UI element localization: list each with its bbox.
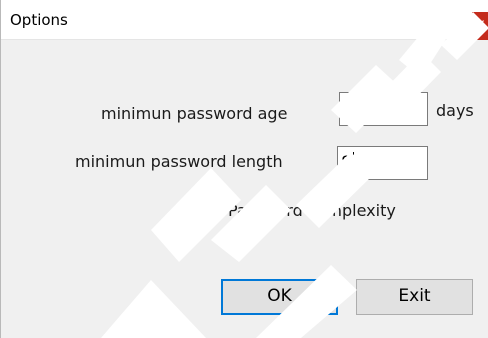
ok-button[interactable]: OK bbox=[221, 279, 338, 315]
ok-button-label: OK bbox=[267, 286, 292, 306]
min-age-unit: days bbox=[436, 101, 474, 120]
text-caret bbox=[352, 152, 354, 172]
password-complexity-label: Password complexity bbox=[228, 201, 396, 220]
min-age-label: minimun password age bbox=[101, 104, 288, 123]
close-button[interactable]: x bbox=[472, 12, 488, 40]
min-length-value: 8 bbox=[341, 153, 352, 173]
exit-button[interactable]: Exit bbox=[356, 279, 473, 315]
close-icon: x bbox=[477, 17, 485, 32]
min-age-input[interactable]: 30 bbox=[339, 92, 428, 126]
exit-button-label: Exit bbox=[398, 286, 431, 306]
min-age-value: 30 bbox=[343, 98, 365, 118]
password-complexity-checkbox[interactable] bbox=[197, 204, 213, 220]
title-bar: Options x bbox=[1, 0, 488, 40]
options-dialog: Options x minimun password age 30 days m… bbox=[0, 0, 488, 338]
window-title: Options bbox=[10, 11, 68, 29]
min-length-label: minimun password length bbox=[75, 152, 283, 171]
min-length-input[interactable]: 8 bbox=[337, 146, 428, 180]
